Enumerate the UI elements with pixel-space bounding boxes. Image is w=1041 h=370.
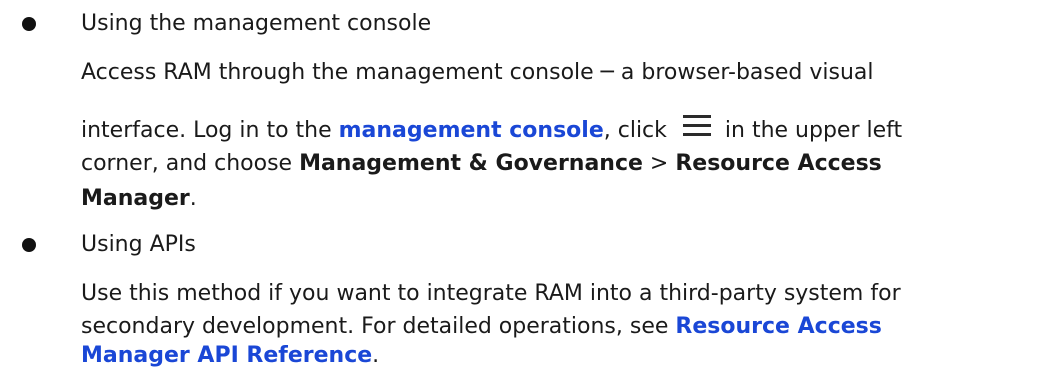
text-segment: secondary development. For detailed oper… [81, 314, 676, 339]
resource-access-manager-api-link[interactable]: Resource Access [675, 314, 881, 339]
hamburger-menu-icon [682, 115, 711, 139]
paragraph-line: secondary development. For detailed oper… [81, 313, 882, 341]
text-segment: corner, and choose [81, 151, 300, 176]
text-segment: . [189, 186, 197, 211]
text-segment: . [372, 343, 380, 368]
bullet-icon [22, 17, 36, 31]
breadcrumb-separator: > [642, 151, 676, 176]
paragraph-line: Use this method if you want to integrate… [81, 281, 901, 306]
management-governance-text: Management & Governance [299, 151, 643, 176]
resource-access-manager-api-link-cont[interactable]: Manager API Reference [81, 343, 372, 368]
paragraph-line: Manager. [81, 185, 197, 213]
resource-access-text: Resource Access [675, 151, 882, 176]
paragraph-line: interface. Log in to the management cons… [81, 115, 902, 145]
paragraph-line: Manager API Reference. [81, 342, 379, 370]
paragraph-line: corner, and choose Management & Governan… [81, 150, 882, 178]
management-console-link[interactable]: management console [339, 118, 604, 143]
item-heading: Using the management console [81, 11, 432, 36]
manager-text: Manager [81, 186, 190, 211]
text-segment: , click [603, 118, 667, 143]
text-segment: in the upper left [724, 118, 903, 143]
text-segment: interface. Log in to the [81, 118, 339, 143]
item-heading: Using APIs [81, 232, 196, 257]
paragraph-line: Access RAM through the management consol… [81, 60, 874, 85]
bullet-icon [22, 238, 36, 252]
